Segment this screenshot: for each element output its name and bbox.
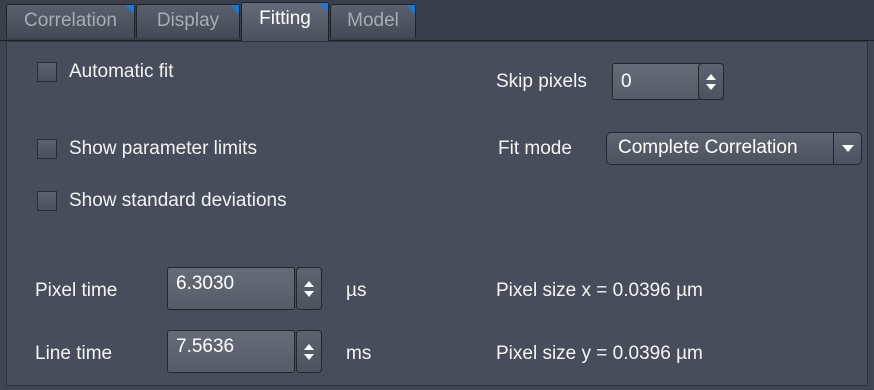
decrement-arrow-icon[interactable] [304, 290, 314, 297]
tab-bar: Correlation Display Fitting Model [0, 0, 874, 41]
pixel-time-input[interactable]: 6.3030 [167, 267, 295, 310]
automatic-fit-option[interactable]: Automatic fit [37, 61, 174, 83]
tab-fitting-label: Fitting [259, 8, 311, 29]
decrement-arrow-icon[interactable] [304, 353, 314, 360]
show-parameter-limits-option[interactable]: Show parameter limits [37, 138, 257, 160]
tab-corner-marker [125, 5, 134, 14]
decrement-arrow-icon[interactable] [706, 83, 716, 90]
automatic-fit-label: Automatic fit [69, 61, 174, 82]
show-parameter-limits-label: Show parameter limits [69, 138, 257, 159]
fit-mode-dropdown[interactable]: Complete Correlation [606, 132, 862, 165]
pixel-size-y-readout: Pixel size y = 0.0396 µm [496, 343, 703, 364]
line-time-unit: ms [346, 343, 372, 364]
pixel-time-unit: µs [346, 280, 367, 301]
line-time-label: Line time [35, 343, 113, 364]
tab-display[interactable]: Display [136, 4, 240, 38]
show-standard-deviations-label: Show standard deviations [69, 190, 287, 211]
pixel-time-stepper[interactable] [296, 267, 322, 310]
tab-display-label: Display [156, 10, 220, 31]
skip-pixels-input[interactable]: 0 [612, 63, 702, 100]
skip-pixels-label: Skip pixels [496, 71, 587, 92]
tab-model[interactable]: Model [330, 4, 416, 38]
increment-arrow-icon[interactable] [304, 343, 314, 350]
dropdown-arrow-button[interactable] [833, 133, 861, 164]
show-standard-deviations-option[interactable]: Show standard deviations [37, 190, 287, 212]
tab-fitting[interactable]: Fitting [241, 2, 329, 41]
skip-pixels-stepper[interactable] [698, 63, 724, 100]
fit-mode-label: Fit mode [498, 138, 572, 159]
tab-correlation[interactable]: Correlation [6, 4, 135, 38]
tab-model-label: Model [347, 10, 399, 31]
tab-corner-marker [230, 5, 239, 14]
show-parameter-limits-checkbox[interactable] [37, 139, 57, 159]
fit-mode-value: Complete Correlation [618, 137, 798, 158]
chevron-down-icon [841, 145, 854, 152]
increment-arrow-icon[interactable] [304, 280, 314, 287]
tab-corner-marker [406, 5, 415, 14]
line-time-stepper[interactable] [296, 330, 322, 373]
automatic-fit-checkbox[interactable] [37, 62, 57, 82]
tab-corner-marker [319, 3, 328, 12]
fitting-panel [6, 41, 868, 386]
line-time-input[interactable]: 7.5636 [167, 330, 295, 373]
increment-arrow-icon[interactable] [706, 73, 716, 80]
pixel-time-label: Pixel time [35, 280, 118, 301]
tab-correlation-label: Correlation [24, 10, 117, 31]
pixel-size-x-readout: Pixel size x = 0.0396 µm [496, 280, 703, 301]
show-standard-deviations-checkbox[interactable] [37, 191, 57, 211]
